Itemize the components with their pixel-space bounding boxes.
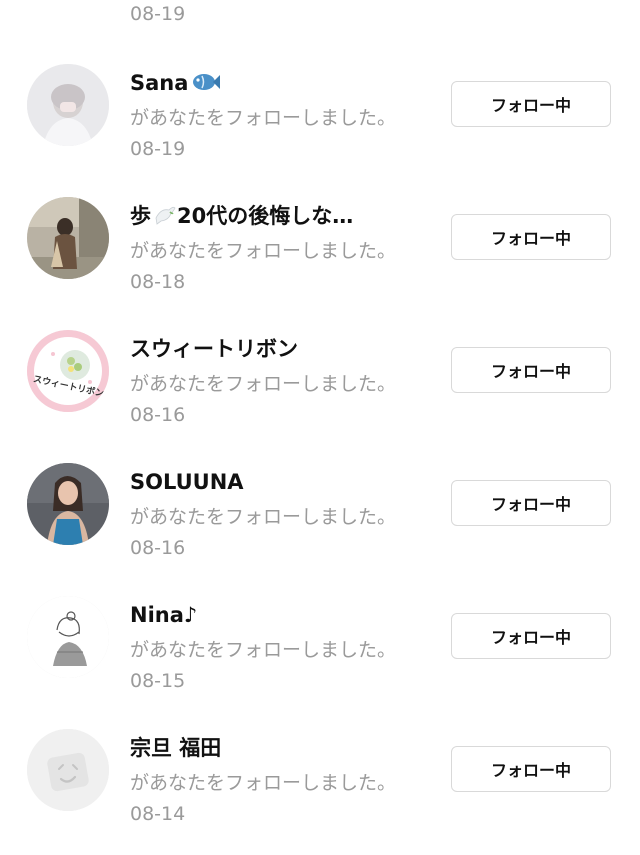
list-item[interactable]: スウィートリボン スウィートリボン があなたをフォローしました。 08-16 フ… [0, 329, 640, 449]
notification-message: があなたをフォローしました。 [130, 373, 397, 395]
avatar[interactable] [27, 463, 109, 545]
following-button[interactable]: フォロー中 [451, 746, 611, 792]
user-name[interactable]: 宗旦 福田 [130, 735, 221, 761]
notification-date: 08-19 [130, 3, 186, 25]
list-item[interactable]: SOLUUNA があなたをフォローしました。 08-16 フォロー中 [0, 462, 640, 582]
notification-date: 08-18 [130, 271, 186, 293]
following-button[interactable]: フォロー中 [451, 81, 611, 127]
default-avatar-icon [27, 729, 109, 811]
following-button[interactable]: フォロー中 [451, 480, 611, 526]
avatar-photo [27, 197, 109, 279]
following-button[interactable]: フォロー中 [451, 613, 611, 659]
notification-message: があなたをフォローしました。 [130, 772, 397, 794]
user-name[interactable]: 歩 20代の後悔しな… [130, 203, 353, 232]
fish-icon [190, 71, 221, 99]
user-name[interactable]: Nina♪ [130, 602, 197, 628]
avatar-logo: スウィートリボン [27, 330, 109, 412]
notification-date: 08-19 [130, 138, 186, 160]
user-name[interactable]: SOLUUNA [130, 469, 244, 495]
user-name[interactable]: Sana [130, 70, 221, 99]
following-button[interactable]: フォロー中 [451, 214, 611, 260]
notification-message: があなたをフォローしました。 [130, 639, 397, 661]
notification-date: 08-15 [130, 670, 186, 692]
avatar[interactable] [27, 64, 109, 146]
list-item[interactable]: 歩 20代の後悔しな… があなたをフォローしました。 08-18 フォロー中 [0, 196, 640, 316]
notification-date: 08-16 [130, 537, 186, 559]
user-name[interactable]: スウィートリボン [130, 336, 298, 362]
notification-date: 08-16 [130, 404, 186, 426]
list-item[interactable]: Sana があなたをフォローしました。 08-19 フォロー中 [0, 63, 640, 183]
following-button[interactable]: フォロー中 [451, 347, 611, 393]
list-item[interactable]: Nina♪ があなたをフォローしました。 08-15 フォロー中 [0, 595, 640, 715]
avatar[interactable] [27, 596, 109, 678]
list-item[interactable]: 08-19 [0, 0, 640, 25]
avatar[interactable]: スウィートリボン [27, 330, 109, 412]
avatar-photo [27, 64, 109, 146]
notification-date: 08-14 [130, 803, 186, 825]
avatar-photo [27, 463, 109, 545]
avatar[interactable] [27, 197, 109, 279]
notification-message: があなたをフォローしました。 [130, 506, 397, 528]
dove-icon [153, 204, 177, 232]
notification-message: があなたをフォローしました。 [130, 240, 397, 262]
avatar-illustration [27, 596, 109, 678]
list-item[interactable]: 宗旦 福田 があなたをフォローしました。 08-14 フォロー中 [0, 728, 640, 848]
avatar[interactable] [27, 729, 109, 811]
notification-message: があなたをフォローしました。 [130, 107, 397, 129]
